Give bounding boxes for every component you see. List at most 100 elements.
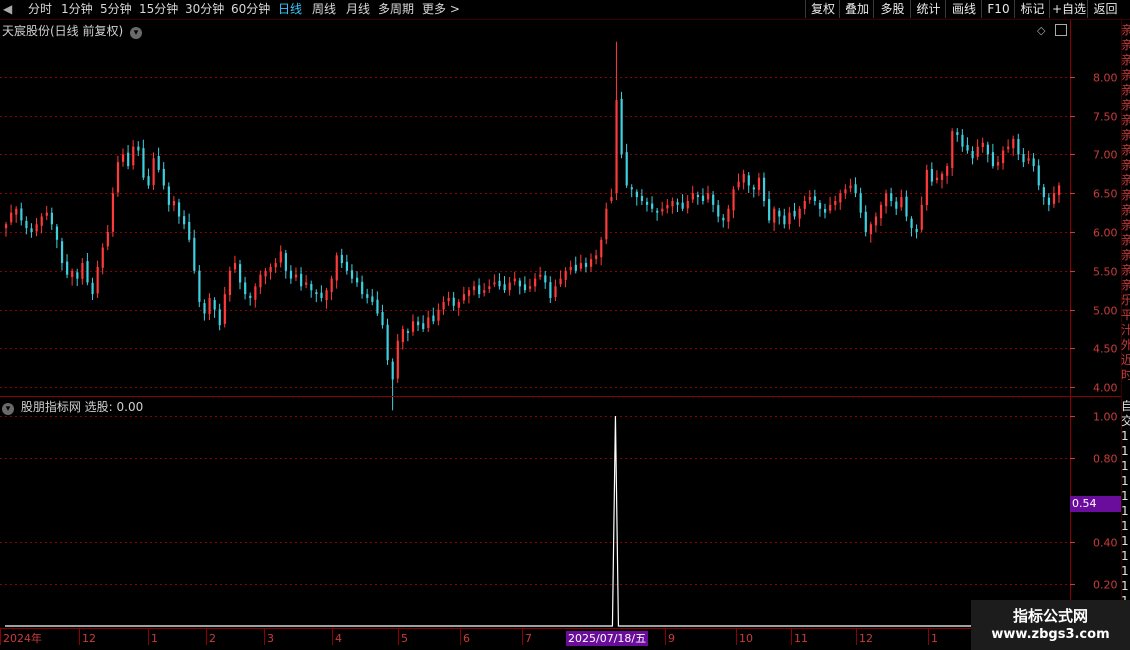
toolbar-button[interactable]: 画线 — [945, 0, 982, 18]
candle-body — [722, 217, 725, 221]
candle-body — [1032, 158, 1035, 167]
chart-canvas[interactable]: 8.00 7.50 7.00 6.50 6.00 5.50 5.00 4.50 4.00 1.00… — [0, 0, 1130, 650]
candle-body — [203, 303, 206, 314]
candle-body — [564, 270, 567, 280]
candle-body — [81, 263, 84, 279]
period-tab[interactable]: 15分钟 — [139, 1, 178, 18]
main-panel-title: 天宸股份(日线 前复权) ▾ — [2, 22, 143, 39]
period-tab[interactable]: 60分钟 — [231, 1, 270, 18]
candle-body — [539, 274, 542, 277]
candle-body — [996, 162, 1000, 166]
candle-body — [818, 202, 822, 209]
candle-body — [534, 278, 537, 287]
candle-body — [930, 168, 934, 182]
info-char: 亲 — [1121, 248, 1130, 262]
candle-body — [579, 263, 583, 269]
period-tab[interactable]: 日线 — [278, 1, 302, 18]
x-tick-label: 5 — [401, 632, 408, 645]
period-tab[interactable]: 5分钟 — [100, 1, 132, 18]
candle-body — [971, 151, 974, 159]
candle-body — [1012, 138, 1015, 149]
candle-body — [890, 193, 893, 201]
panel-toggle-icon[interactable] — [1055, 24, 1067, 36]
info-char: 亲 — [1121, 98, 1130, 112]
candle-body — [386, 324, 389, 361]
candle-body — [376, 299, 379, 314]
toolbar-button[interactable]: 标记 — [1014, 0, 1050, 18]
y-tick-label: 6.00 — [1093, 227, 1118, 240]
toolbar-button[interactable]: 多股 — [873, 0, 911, 18]
candle-body — [925, 169, 928, 206]
candle-body — [701, 195, 705, 201]
period-tab[interactable]: 30分钟 — [185, 1, 224, 18]
candle-body — [874, 216, 878, 226]
candle-body — [233, 263, 237, 270]
candle-body — [793, 210, 796, 217]
period-tab[interactable]: 月线 — [346, 1, 370, 18]
candle-body — [452, 297, 455, 306]
toolbar-button[interactable]: 叠加 — [839, 0, 874, 18]
info-char: 亲 — [1121, 278, 1130, 292]
period-tab[interactable]: 1分钟 — [61, 1, 93, 18]
candle-body — [584, 263, 588, 267]
y-tick-label: 0.40 — [1093, 537, 1118, 550]
candle-body — [55, 226, 59, 240]
info-char: 1 — [1121, 444, 1129, 458]
candle-body — [30, 228, 33, 233]
candle-body — [116, 162, 120, 193]
x-tick-label: 1 — [931, 632, 938, 645]
toolbar-button[interactable]: +自选 — [1049, 0, 1088, 18]
candle-body — [279, 251, 282, 263]
candle-body — [172, 200, 176, 206]
diamond-icon[interactable]: ◇ — [1037, 24, 1045, 37]
candle-body — [1017, 139, 1020, 155]
toolbar-button[interactable]: 复权 — [805, 0, 840, 18]
toolbar-button[interactable]: F10 — [981, 0, 1015, 18]
candle-body — [1047, 197, 1051, 205]
y-tick-label: 1.00 — [1093, 411, 1118, 424]
period-tab[interactable]: 周线 — [312, 1, 336, 18]
candle-body — [961, 134, 964, 147]
y-tick-label: 7.00 — [1093, 149, 1118, 162]
indicator-panel-title: ▾ 股朋指标网 选股: 0.00 — [2, 398, 143, 415]
candle-body — [127, 152, 130, 167]
chevron-down-icon[interactable]: ▾ — [130, 27, 143, 39]
candle-body — [783, 215, 786, 225]
candle-body — [244, 282, 247, 295]
period-toolbar: ◀ 分时 1分钟 5分钟 15分钟 30分钟 60分钟 日线 周线 月线 多周期 更多 > 复权 叠加 多股… — [0, 0, 1130, 20]
candle-body — [325, 290, 328, 301]
period-tab[interactable]: 更多 > — [422, 1, 460, 18]
candle-body — [401, 329, 404, 343]
back-arrow-icon[interactable]: ◀ — [3, 1, 12, 18]
candle-body — [498, 280, 501, 287]
period-tab[interactable]: 多周期 — [378, 1, 414, 18]
candle-body — [834, 200, 837, 205]
chevron-down-icon[interactable]: ▾ — [2, 403, 14, 415]
candle-body — [422, 323, 425, 330]
candle-body — [859, 193, 862, 213]
candle-body — [707, 193, 710, 200]
candle-body — [554, 286, 557, 297]
candle-body — [935, 177, 939, 181]
candle-body — [773, 208, 776, 223]
candle-body — [844, 189, 847, 194]
candle-body — [620, 98, 623, 155]
info-char: 1 — [1121, 564, 1129, 578]
candle-body — [651, 203, 654, 209]
candle-body — [590, 259, 593, 267]
period-tab[interactable]: 分时 — [28, 1, 52, 18]
toolbar-button[interactable]: 统计 — [910, 0, 946, 18]
candle-body — [330, 278, 333, 293]
x-tick-label: 9 — [668, 632, 675, 645]
candle-body — [356, 277, 359, 283]
candle-body — [757, 177, 761, 190]
candle-body — [223, 294, 226, 324]
cursor-date-label: 2025/07/18/五 — [566, 631, 649, 646]
info-char: 近 — [1121, 353, 1130, 367]
candle-body — [152, 158, 155, 186]
candle-body — [528, 286, 532, 289]
toolbar-button[interactable]: 返回 — [1087, 0, 1123, 18]
candle-body — [432, 315, 435, 322]
candle-body — [467, 290, 471, 296]
info-char: 1 — [1121, 549, 1129, 563]
